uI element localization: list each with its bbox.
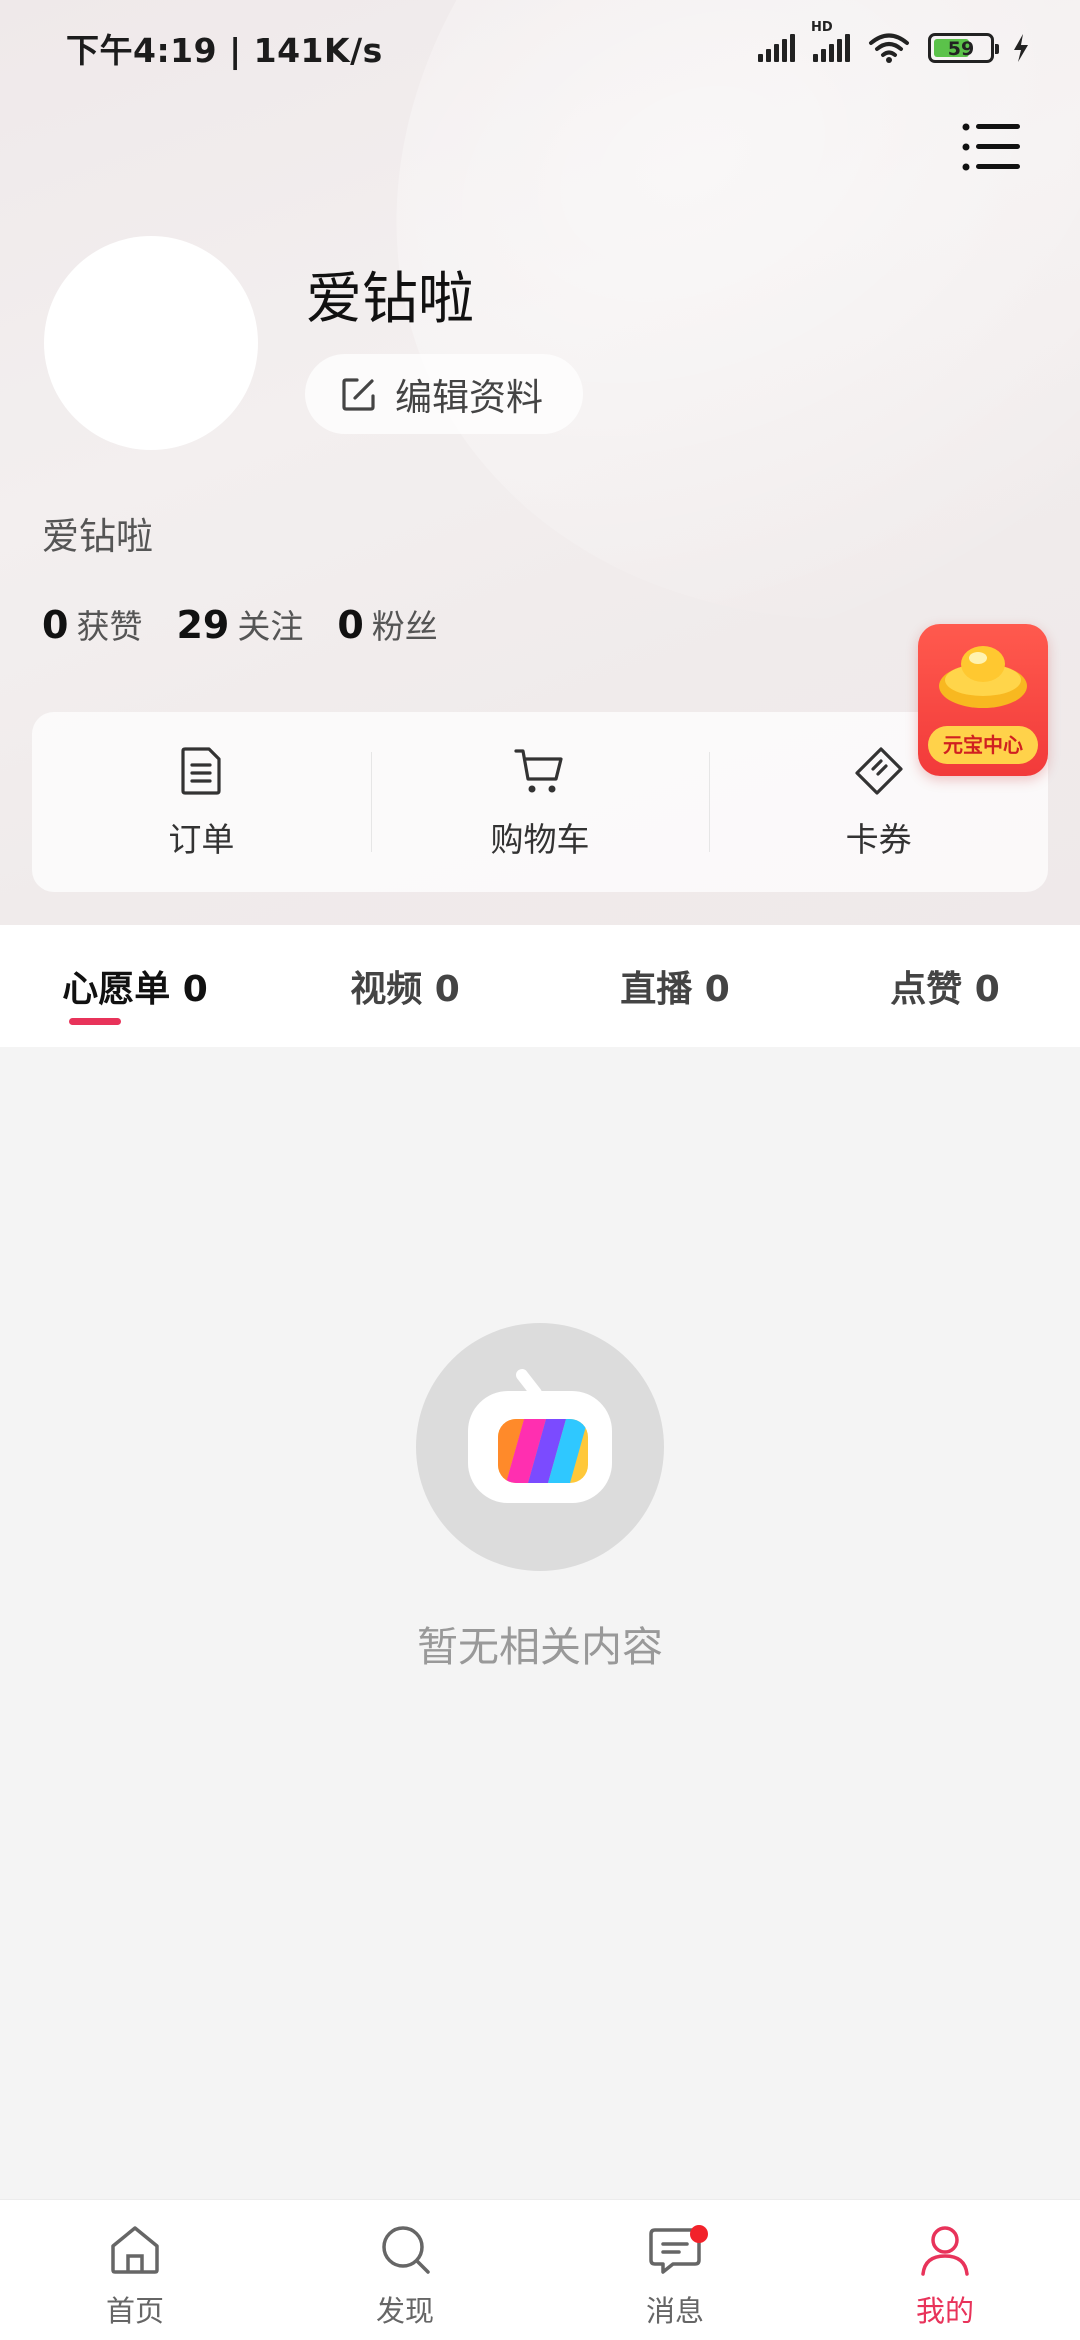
profile-name: 爱钻啦 bbox=[306, 267, 474, 332]
quick-item-label: 卡券 bbox=[845, 820, 912, 859]
tv-logo-icon bbox=[468, 1369, 612, 1503]
nav-item-messages[interactable]: 消息 bbox=[540, 2200, 810, 2340]
nav-item-profile[interactable]: 我的 bbox=[810, 2200, 1080, 2340]
quick-item-label: 订单 bbox=[168, 820, 235, 859]
tab-likes[interactable]: 点赞 0 bbox=[810, 960, 1080, 1012]
hd-label: HD bbox=[811, 20, 833, 35]
discover-icon bbox=[382, 2226, 430, 2274]
profile-stats: 0 获赞 29 关注 0 粉丝 bbox=[42, 600, 472, 648]
tab-videos[interactable]: 视频 0 bbox=[270, 960, 540, 1012]
tab-live[interactable]: 直播 0 bbox=[540, 960, 810, 1012]
nav-label: 消息 bbox=[645, 2294, 704, 2328]
likes-count[interactable]: 0 bbox=[42, 603, 68, 647]
likes-label[interactable]: 获赞 bbox=[76, 600, 142, 648]
following-count[interactable]: 29 bbox=[176, 603, 229, 647]
profile-bio: 爱钻啦 bbox=[42, 515, 153, 558]
followers-count[interactable]: 0 bbox=[337, 603, 363, 647]
empty-illustration bbox=[416, 1323, 664, 1571]
nav-item-discover[interactable]: 发现 bbox=[270, 2200, 540, 2340]
message-notification-dot bbox=[690, 2225, 708, 2243]
home-icon bbox=[111, 2226, 159, 2274]
bottom-navigation: 首页 发现 消息 我的 bbox=[0, 2199, 1080, 2340]
cart-icon bbox=[514, 749, 563, 793]
empty-state-text: 暂无相关内容 bbox=[417, 1623, 663, 1671]
tab-label: 点赞 0 bbox=[890, 969, 1000, 1010]
content-tabs: 心愿单 0 视频 0 直播 0 点赞 0 bbox=[0, 925, 1080, 1047]
status-time-speed: 下午4:19 | 141K/s bbox=[66, 31, 383, 70]
tab-label: 视频 0 bbox=[350, 969, 460, 1010]
nav-label: 我的 bbox=[915, 2294, 974, 2328]
quick-item-order[interactable]: 订单 bbox=[32, 712, 371, 892]
quick-item-label: 购物车 bbox=[490, 820, 590, 859]
menu-icon[interactable] bbox=[962, 122, 1020, 172]
following-label[interactable]: 关注 bbox=[237, 600, 303, 648]
active-tab-indicator bbox=[69, 1018, 121, 1025]
quick-actions-card: 订单 购物车 卡券 bbox=[32, 712, 1048, 892]
signal-icon bbox=[758, 34, 795, 62]
yuanbao-center-button[interactable]: 元宝中心 bbox=[918, 624, 1048, 776]
followers-label[interactable]: 粉丝 bbox=[372, 600, 438, 648]
gold-ingot-icon bbox=[939, 646, 1027, 708]
yuanbao-label: 元宝中心 bbox=[928, 726, 1038, 764]
hd-signal-icon: HD bbox=[811, 20, 850, 62]
tab-wishlist[interactable]: 心愿单 0 bbox=[0, 960, 270, 1025]
nav-label: 首页 bbox=[105, 2294, 164, 2328]
edit-icon bbox=[342, 378, 375, 411]
nav-label: 发现 bbox=[375, 2294, 434, 2328]
charging-icon bbox=[1014, 34, 1028, 62]
wifi-icon bbox=[869, 33, 909, 63]
edit-profile-button[interactable]: 编辑资料 bbox=[305, 354, 583, 434]
status-icons: HD 59 bbox=[758, 20, 1030, 64]
tab-label: 直播 0 bbox=[620, 969, 730, 1010]
edit-profile-label: 编辑资料 bbox=[395, 376, 543, 419]
quick-item-cart[interactable]: 购物车 bbox=[370, 712, 710, 892]
empty-state: 暂无相关内容 bbox=[0, 1047, 1080, 2199]
tab-label: 心愿单 0 bbox=[62, 969, 208, 1010]
coupon-icon bbox=[855, 747, 903, 795]
order-icon bbox=[181, 747, 221, 795]
status-bar: 下午4:19 | 141K/s HD 59 bbox=[0, 0, 1080, 96]
nav-item-home[interactable]: 首页 bbox=[0, 2200, 270, 2340]
avatar[interactable] bbox=[44, 236, 258, 450]
battery-icon: 59 bbox=[928, 33, 999, 63]
battery-level: 59 bbox=[947, 38, 975, 60]
profile-icon bbox=[921, 2226, 969, 2276]
